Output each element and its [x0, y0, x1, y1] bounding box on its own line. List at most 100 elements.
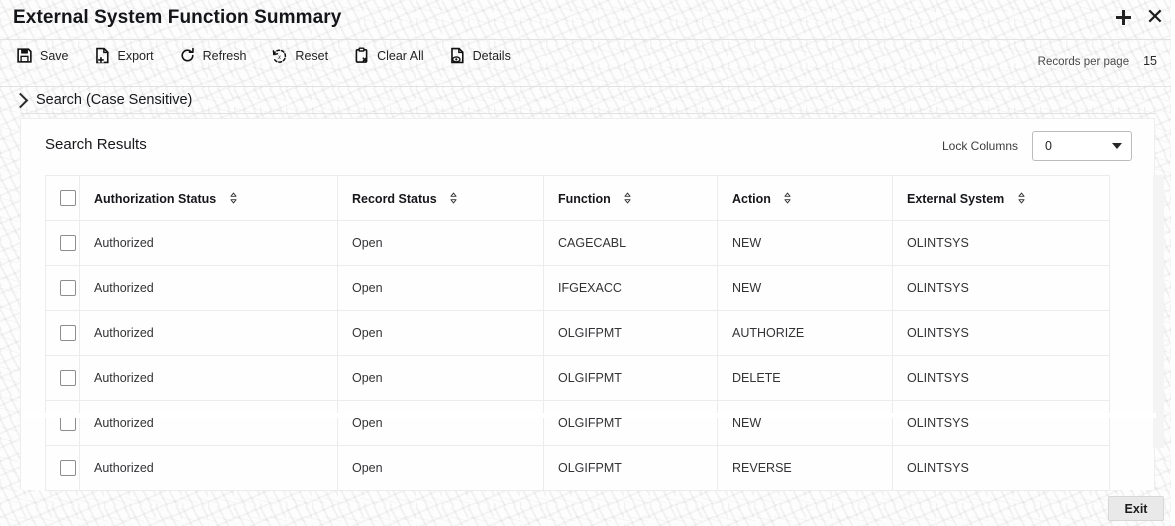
right-edge-strip	[1171, 0, 1175, 526]
row-select-cell	[45, 355, 80, 401]
save-button[interactable]: Save	[16, 47, 69, 64]
cell-action: NEW	[717, 400, 893, 446]
records-per-page-value[interactable]: 15	[1143, 54, 1157, 68]
cell-record: Open	[337, 220, 544, 266]
window-controls: ✕	[1112, 6, 1166, 28]
column-label: Function	[558, 191, 611, 206]
window-title-bar: External System Function Summary ✕	[0, 0, 1175, 39]
cell-auth: Authorized	[79, 310, 338, 356]
row-checkbox[interactable]	[60, 370, 76, 386]
row-checkbox[interactable]	[60, 325, 76, 341]
cell-record: Open	[337, 400, 544, 446]
toolbar-button-group: Save Export Refresh x Reset Clear All De…	[16, 47, 511, 64]
cell-record: Open	[337, 310, 544, 356]
cell-external: OLINTSYS	[892, 400, 1110, 446]
lock-columns-select[interactable]: 0	[1032, 131, 1132, 161]
row-select-cell	[45, 310, 80, 356]
table-row[interactable]: Authorized Open CAGECABL NEW OLINTSYS	[45, 220, 1110, 266]
sort-toggle-icon	[230, 192, 237, 203]
sort-toggle-icon	[784, 192, 791, 203]
reset-circular-arrow-x-icon: x	[273, 49, 287, 63]
cell-function: OLGIFPMT	[543, 310, 718, 356]
table-row[interactable]: Authorized Open OLGIFPMT REVERSE OLINTSYS	[45, 445, 1110, 491]
column-label: Record Status	[352, 191, 437, 206]
cell-action: REVERSE	[717, 445, 893, 491]
details-button-label: Details	[472, 48, 511, 63]
cell-function: OLGIFPMT	[543, 355, 718, 401]
close-icon[interactable]: ✕	[1144, 6, 1166, 28]
cell-external: OLINTSYS	[892, 310, 1110, 356]
cell-record: Open	[337, 445, 544, 491]
document-eye-icon	[450, 47, 464, 64]
reset-button[interactable]: x Reset	[271, 47, 328, 64]
cell-external: OLINTSYS	[892, 220, 1110, 266]
row-select-cell	[45, 265, 80, 311]
cell-external: OLINTSYS	[892, 265, 1110, 311]
action-toolbar: Save Export Refresh x Reset Clear All De…	[0, 41, 1175, 86]
cell-auth: Authorized	[79, 400, 338, 446]
column-header-action[interactable]: Action	[717, 175, 893, 221]
chevron-down-icon	[1112, 143, 1122, 149]
export-button[interactable]: Export	[94, 47, 154, 64]
cell-function: OLGIFPMT	[543, 445, 718, 491]
clear-all-button[interactable]: Clear All	[353, 47, 424, 64]
table-row[interactable]: Authorized Open OLGIFPMT NEW OLINTSYS	[45, 400, 1110, 446]
cell-auth: Authorized	[79, 445, 338, 491]
search-results-card: Search Results Lock Columns 0 Authorizat…	[20, 118, 1164, 491]
select-all-header-cell	[45, 175, 80, 221]
cell-function: CAGECABL	[543, 220, 718, 266]
title-divider	[0, 39, 1175, 40]
cell-auth: Authorized	[79, 265, 338, 311]
chevron-right-icon	[12, 92, 29, 108]
sort-toggle-icon	[624, 192, 631, 203]
column-label: Authorization Status	[94, 191, 217, 206]
lock-columns-control: Lock Columns 0	[942, 131, 1132, 161]
row-checkbox[interactable]	[60, 235, 76, 251]
svg-text:x: x	[277, 53, 282, 61]
search-accordion-label: Search (Case Sensitive)	[36, 92, 193, 108]
scroll-seam	[21, 413, 1156, 418]
column-header-authorization-status[interactable]: Authorization Status	[79, 175, 338, 221]
clipboard-x-icon	[355, 47, 368, 63]
save-button-label: Save	[40, 48, 69, 63]
refresh-button-label: Refresh	[202, 48, 247, 63]
results-table: Authorization Status Record Status Funct…	[45, 175, 1110, 491]
cell-action: DELETE	[717, 355, 893, 401]
lock-columns-value: 0	[1045, 139, 1052, 153]
table-row[interactable]: Authorized Open IFGEXACC NEW OLINTSYS	[45, 265, 1110, 311]
table-row[interactable]: Authorized Open OLGIFPMT DELETE OLINTSYS	[45, 355, 1110, 401]
results-table-body: Authorized Open CAGECABL NEW OLINTSYS Authori…	[45, 220, 1110, 491]
table-row[interactable]: Authorized Open OLGIFPMT AUTHORIZE OLINTSYS	[45, 310, 1110, 356]
row-select-cell	[45, 220, 80, 266]
search-accordion-toggle[interactable]: Search (Case Sensitive)	[0, 87, 1175, 113]
cell-action: NEW	[717, 265, 893, 311]
details-button[interactable]: Details	[449, 47, 511, 64]
vertical-scrollbar[interactable]	[1153, 175, 1164, 448]
select-all-checkbox[interactable]	[60, 190, 76, 206]
cell-auth: Authorized	[79, 355, 338, 401]
search-results-header: Search Results Lock Columns 0	[21, 119, 1154, 175]
collapse-restore-icon[interactable]	[1112, 6, 1134, 28]
row-checkbox[interactable]	[60, 460, 76, 476]
records-per-page: Records per page 15	[1038, 54, 1157, 68]
cell-action: NEW	[717, 220, 893, 266]
column-label: Action	[732, 191, 771, 206]
refresh-button[interactable]: Refresh	[179, 47, 247, 64]
column-header-external-system[interactable]: External System	[892, 175, 1110, 221]
clear-all-button-label: Clear All	[377, 48, 424, 63]
column-header-function[interactable]: Function	[543, 175, 718, 221]
records-per-page-label: Records per page	[1037, 56, 1130, 68]
reset-button-label: Reset	[295, 48, 329, 63]
row-checkbox[interactable]	[60, 280, 76, 296]
cell-function: IFGEXACC	[543, 265, 718, 311]
column-header-record-status[interactable]: Record Status	[337, 175, 544, 221]
window-footer: Exit	[0, 491, 1175, 526]
export-document-icon	[95, 47, 109, 64]
save-floppy-icon	[17, 48, 32, 63]
exit-button[interactable]: Exit	[1108, 496, 1164, 521]
page-title: External System Function Summary	[13, 7, 342, 28]
sort-toggle-icon	[1018, 192, 1025, 203]
cell-record: Open	[337, 265, 544, 311]
search-divider	[20, 113, 1155, 114]
table-header-row: Authorization Status Record Status Funct…	[45, 175, 1110, 221]
